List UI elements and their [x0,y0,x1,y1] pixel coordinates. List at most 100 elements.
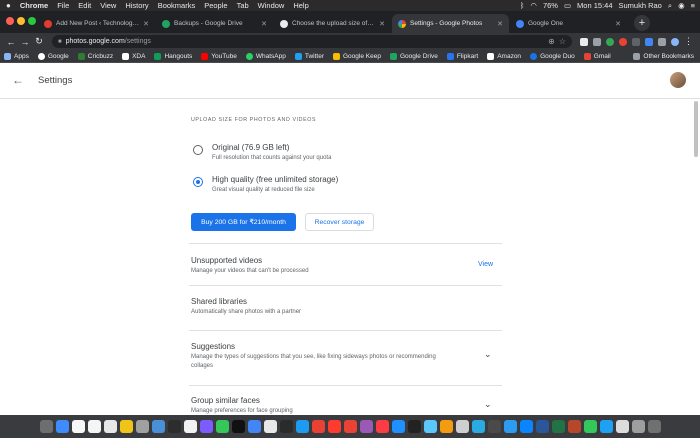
dock-app-icon[interactable] [87,420,101,433]
dock-app-icon[interactable] [215,420,229,433]
menu-list-icon[interactable]: ≡ [691,1,695,10]
bookmark-youtube[interactable]: YouTube [201,52,237,60]
extension-icon[interactable] [645,37,653,46]
dock-app-icon[interactable] [503,420,517,433]
bookmark-star-icon[interactable]: ☆ [559,37,566,46]
extension-icon[interactable] [593,37,601,46]
bookmark-google[interactable]: Google [37,52,69,60]
dock-app-icon[interactable] [391,420,405,433]
siri-icon[interactable]: ◉ [678,1,685,10]
buy-storage-button[interactable]: Buy 200 GB for ₹210/month [191,213,296,231]
bookmark-flipkart[interactable]: Flipkart [446,52,478,60]
dock-app-icon[interactable] [407,420,421,433]
radio-high-quality[interactable] [193,177,203,187]
dock-app-icon[interactable] [343,420,357,433]
extension-icon[interactable] [619,37,627,46]
bookmark-gmail[interactable]: Gmail [583,52,611,60]
bookmark-xda[interactable]: XDA [122,52,145,60]
dock-app-icon[interactable] [359,420,373,433]
dock-app-icon[interactable] [39,420,53,433]
group-similar-faces-title[interactable]: Group similar faces [191,396,260,405]
more-menu-icon[interactable]: ⋮ [684,36,693,47]
dock-app-icon[interactable] [375,420,389,433]
tab-google-one[interactable]: Google One ✕ [510,14,627,33]
window-zoom-button[interactable] [28,17,36,25]
option-original[interactable]: Original (76.9 GB left) Full resolution … [193,143,331,161]
expand-suggestions-chevron-icon[interactable]: ⌄ [484,349,492,360]
bookmark-google-drive[interactable]: Google Drive [389,52,438,60]
new-tab-button[interactable]: + [634,15,650,31]
bookmark-twitter[interactable]: Twitter [294,52,324,60]
dock-app-icon[interactable] [71,420,85,433]
avatar[interactable] [670,72,686,88]
other-bookmarks[interactable]: Other Bookmarks [633,52,700,60]
dock-app-icon[interactable] [535,420,549,433]
bookmark-apps[interactable]: Apps [4,52,29,60]
dock-app-icon[interactable] [487,420,501,433]
dock-app-icon[interactable] [167,420,181,433]
tab-wordpress[interactable]: Add New Post ‹ Technology Pers ✕ [38,14,155,33]
extension-icon[interactable] [632,37,640,46]
bookmark-google-keep[interactable]: Google Keep [333,52,381,60]
dock-app-icon[interactable] [567,420,581,433]
dock-app-icon[interactable] [231,420,245,433]
close-tab-icon[interactable]: ✕ [379,20,385,28]
dock-app-icon[interactable] [439,420,453,433]
dock-app-icon[interactable] [135,420,149,433]
view-unsupported-videos-link[interactable]: View [478,261,493,268]
search-icon[interactable]: ⌕ [668,1,672,11]
close-tab-icon[interactable]: ✕ [261,20,267,28]
dock-app-icon[interactable] [471,420,485,433]
menu-people[interactable]: People [204,1,227,10]
menu-window[interactable]: Window [258,1,285,10]
bookmark-cricbuzz[interactable]: Cricbuzz [77,52,113,60]
dock-app-icon[interactable] [247,420,261,433]
close-tab-icon[interactable]: ✕ [497,20,503,28]
dock-app-icon[interactable] [311,420,325,433]
menu-bookmarks[interactable]: Bookmarks [158,1,196,10]
radio-original[interactable] [193,145,203,155]
dock-app-icon[interactable] [55,420,69,433]
menu-app-name[interactable]: Chrome [20,1,48,10]
profile-avatar-icon[interactable] [671,37,679,46]
target-icon[interactable]: ⊕ [548,37,555,46]
dock-app-icon[interactable] [279,420,293,433]
dock-app-icon[interactable] [631,420,645,433]
extension-icon[interactable] [606,37,614,46]
tab-upload-size[interactable]: Choose the upload size of your p ✕ [274,14,391,33]
tab-google-photos-settings[interactable]: Settings - Google Photos ✕ [392,14,509,33]
tab-google-drive[interactable]: Backups - Google Drive ✕ [156,14,273,33]
window-close-button[interactable] [6,17,14,25]
user-name[interactable]: Sumukh Rao [619,1,662,10]
menu-help[interactable]: Help [293,1,308,10]
dock-app-icon[interactable] [519,420,533,433]
forward-arrow-icon[interactable]: → [18,37,32,47]
menu-history[interactable]: History [125,1,148,10]
dock-app-icon[interactable] [647,420,661,433]
menu-edit[interactable]: Edit [78,1,91,10]
back-arrow-icon[interactable]: ← [12,73,24,87]
dock-app-icon[interactable] [615,420,629,433]
window-minimize-button[interactable] [17,17,25,25]
suggestions-title[interactable]: Suggestions [191,342,235,351]
bookmark-hangouts[interactable]: Hangouts [154,52,192,60]
dock-app-icon[interactable] [199,420,213,433]
menu-view[interactable]: View [100,1,116,10]
dock-app-icon[interactable] [327,420,341,433]
dock-app-icon[interactable] [295,420,309,433]
dock-app-icon[interactable] [119,420,133,433]
close-tab-icon[interactable]: ✕ [615,20,621,28]
bookmark-whatsapp[interactable]: WhatsApp [245,52,286,60]
recover-storage-button[interactable]: Recover storage [305,213,374,231]
menu-tab[interactable]: Tab [237,1,249,10]
apple-icon[interactable]: ● [6,1,11,10]
battery-percent[interactable]: 76% [543,1,558,10]
dock-app-icon[interactable] [583,420,597,433]
menu-file[interactable]: File [57,1,69,10]
bookmark-amazon[interactable]: Amazon [487,52,521,60]
address-bar[interactable]: ■ photos.google.com/settings ⊕ ☆ [52,35,572,48]
dock-app-icon[interactable] [263,420,277,433]
bookmark-google-duo[interactable]: Google Duo [530,52,575,60]
shared-libraries-title[interactable]: Shared libraries [191,297,247,306]
back-arrow-icon[interactable]: ← [4,37,18,47]
